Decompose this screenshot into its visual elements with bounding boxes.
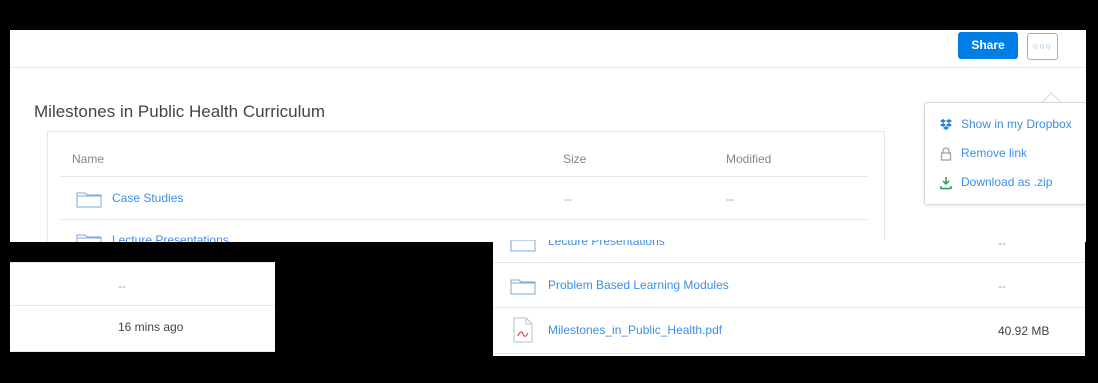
file-name-link[interactable]: Case Studies xyxy=(112,191,183,205)
dropbox-icon xyxy=(940,119,952,130)
file-name-link[interactable]: Lecture Presentations xyxy=(548,240,665,248)
table-row[interactable]: Case Studies -- -- xyxy=(60,177,868,219)
shared-folder-panel: Share ○○○ Milestones in Public Health Cu… xyxy=(10,30,1086,242)
file-table: Name Size Modified Case Studies -- -- Le… xyxy=(47,131,885,242)
file-modified: -- xyxy=(726,192,734,206)
pdf-file-icon xyxy=(513,317,533,343)
row-divider xyxy=(493,353,1085,354)
table-row[interactable]: Lecture Presentations xyxy=(60,220,868,242)
file-size: -- xyxy=(998,240,1006,250)
download-icon xyxy=(940,177,952,190)
column-header-name[interactable]: Name xyxy=(72,152,104,166)
table-row[interactable]: Problem Based Learning Modules -- xyxy=(493,263,1085,307)
folder-title: Milestones in Public Health Curriculum xyxy=(34,102,326,121)
row-divider xyxy=(10,305,275,306)
top-bar: Share ○○○ xyxy=(10,30,1086,68)
lock-icon xyxy=(940,147,952,161)
folder-icon xyxy=(510,240,536,252)
file-size: -- xyxy=(998,279,1006,293)
file-name-link[interactable]: Milestones_in_Public_Health.pdf xyxy=(548,323,722,337)
table-row[interactable]: Lecture Presentations -- xyxy=(493,240,1085,260)
file-modified: -- xyxy=(118,279,126,293)
file-name-link[interactable]: Lecture Presentations xyxy=(112,233,229,242)
more-options-button[interactable]: ○○○ xyxy=(1027,33,1058,60)
menu-item-label: Show in my Dropbox xyxy=(961,117,1072,131)
file-name-link[interactable]: Problem Based Learning Modules xyxy=(548,278,729,292)
row-divider xyxy=(10,262,275,263)
file-modified: 16 mins ago xyxy=(118,320,184,334)
menu-item-label: Remove link xyxy=(961,146,1028,160)
file-size: -- xyxy=(564,192,572,206)
folder-icon xyxy=(76,234,102,242)
table-row[interactable]: Milestones_in_Public_Health.pdf 40.92 MB xyxy=(493,308,1085,352)
file-size: 40.92 MB xyxy=(998,324,1050,338)
table-fragment-right: Lecture Presentations -- Problem Based L… xyxy=(493,240,1085,356)
folder-icon xyxy=(510,279,536,295)
table-fragment-left: -- 16 mins ago xyxy=(10,262,275,352)
column-header-size[interactable]: Size xyxy=(563,152,586,166)
share-button[interactable]: Share xyxy=(958,32,1018,59)
row-divider xyxy=(10,351,275,352)
column-header-modified[interactable]: Modified xyxy=(726,152,771,166)
folder-icon xyxy=(76,192,102,208)
more-options-menu: Show in my Dropbox Remove link Download … xyxy=(924,102,1086,205)
menu-item-label: Download as .zip xyxy=(961,175,1053,189)
